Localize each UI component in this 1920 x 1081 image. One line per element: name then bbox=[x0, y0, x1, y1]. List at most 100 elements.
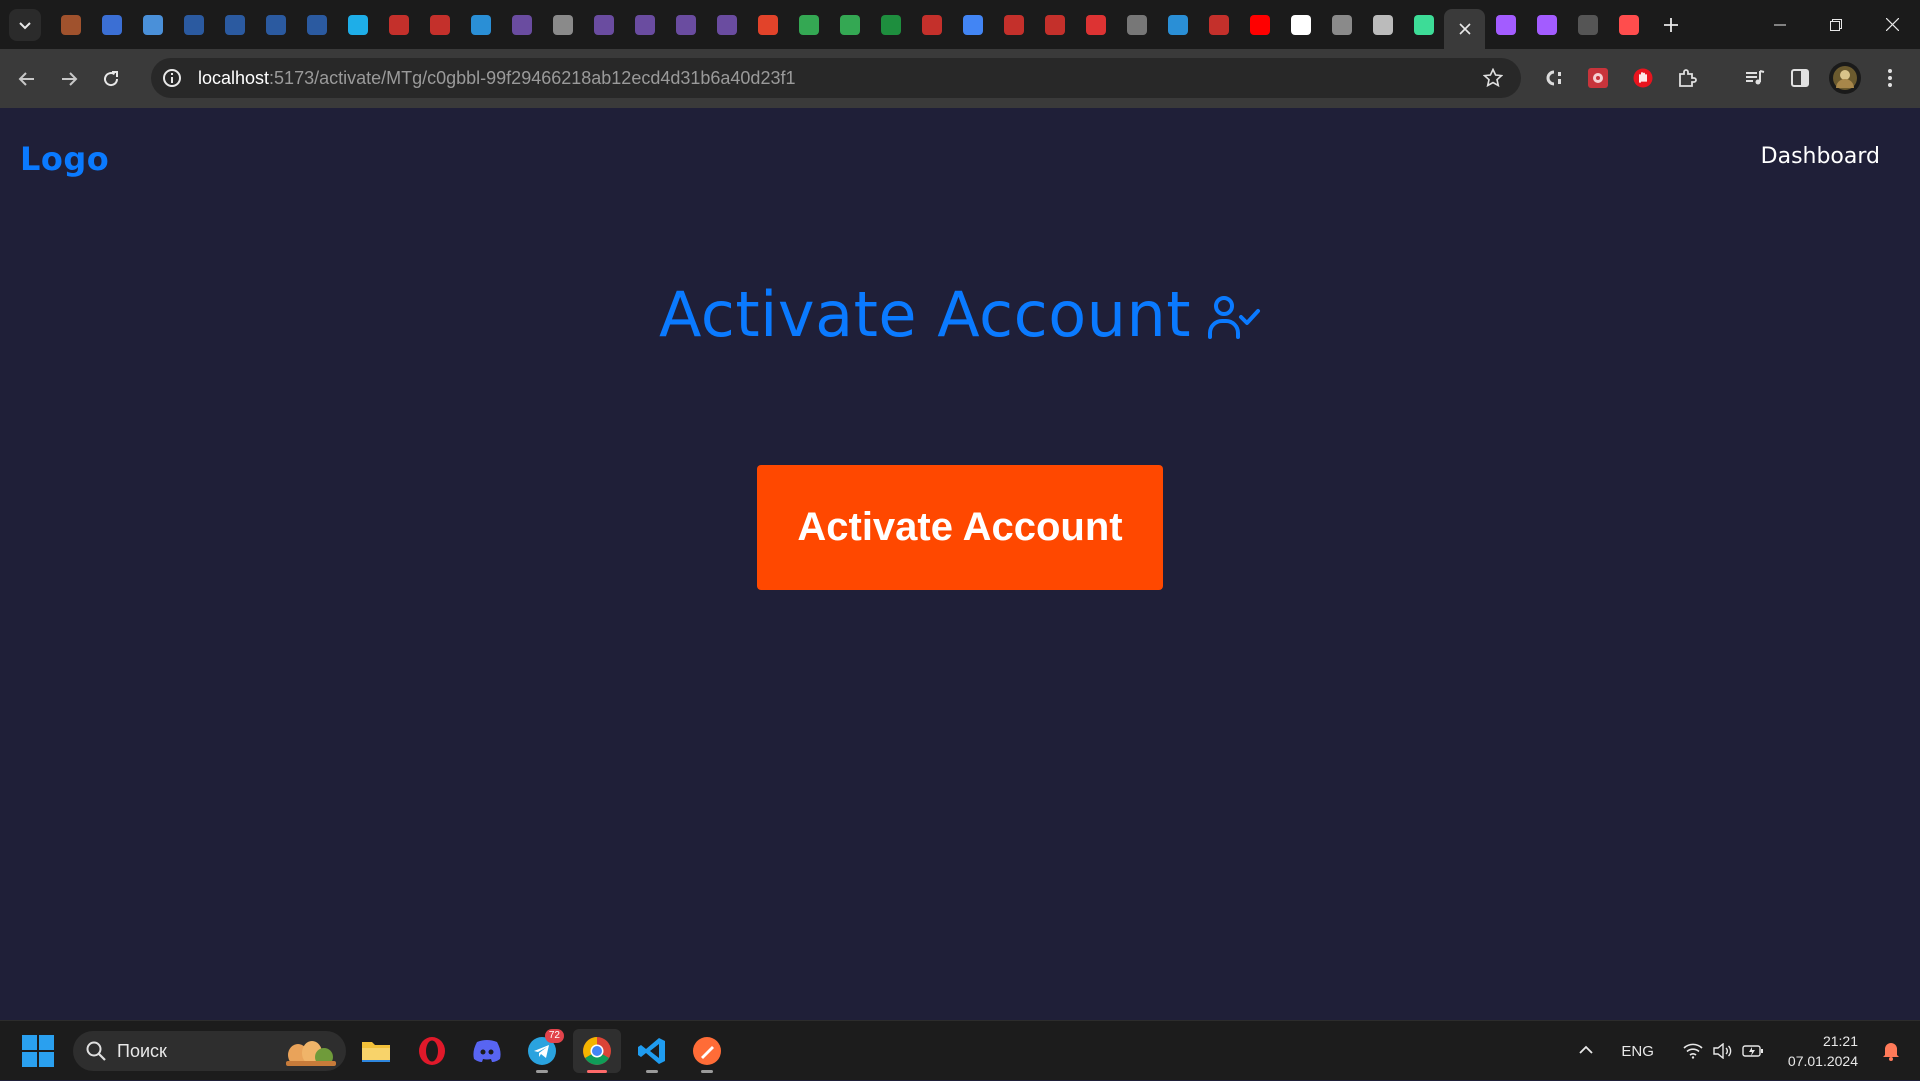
restore-button[interactable] bbox=[1808, 0, 1864, 49]
browser-tab[interactable] bbox=[337, 0, 378, 49]
show-hidden-icons-button[interactable] bbox=[1571, 1042, 1601, 1060]
tab-search-button[interactable] bbox=[9, 8, 41, 41]
swift-icon bbox=[1167, 14, 1188, 35]
language-indicator[interactable]: ENG bbox=[1621, 1043, 1654, 1060]
youtube-icon bbox=[429, 14, 450, 35]
address-bar[interactable]: localhost:5173/activate/MTg/c0gbbl-99f29… bbox=[151, 58, 1521, 98]
browser-tab[interactable] bbox=[1485, 0, 1526, 49]
browser-tab[interactable] bbox=[1321, 0, 1362, 49]
drive-icon bbox=[798, 14, 819, 35]
wifi-button[interactable] bbox=[1678, 1043, 1708, 1059]
browser-tab-strip bbox=[0, 0, 1920, 49]
notifications-button[interactable] bbox=[1876, 1041, 1906, 1061]
browser-tab[interactable] bbox=[1403, 0, 1444, 49]
browser-tab[interactable] bbox=[1198, 0, 1239, 49]
browser-tab[interactable] bbox=[542, 0, 583, 49]
chat-icon bbox=[142, 14, 163, 35]
browser-tab[interactable] bbox=[173, 0, 214, 49]
globe-icon bbox=[1331, 14, 1352, 35]
user-app-icon bbox=[60, 14, 81, 35]
url-host: localhost bbox=[198, 67, 270, 88]
browser-tab[interactable] bbox=[460, 0, 501, 49]
browser-tab[interactable] bbox=[952, 0, 993, 49]
css-extension-button[interactable] bbox=[1530, 58, 1575, 98]
browser-tab[interactable] bbox=[1239, 0, 1280, 49]
browser-tab[interactable] bbox=[296, 0, 337, 49]
browser-tab[interactable] bbox=[870, 0, 911, 49]
browser-tab[interactable] bbox=[788, 0, 829, 49]
nav-link-dashboard[interactable]: Dashboard bbox=[1761, 144, 1880, 169]
windows-start-icon[interactable] bbox=[22, 1035, 54, 1067]
browser-tab[interactable] bbox=[911, 0, 952, 49]
browser-tab[interactable] bbox=[1280, 0, 1321, 49]
browser-tab[interactable] bbox=[378, 0, 419, 49]
browser-tab[interactable] bbox=[1608, 0, 1649, 49]
side-panel-button[interactable] bbox=[1777, 58, 1822, 98]
browser-tab[interactable] bbox=[91, 0, 132, 49]
telegram-badge: 72 bbox=[544, 1029, 564, 1043]
browser-tab[interactable] bbox=[1116, 0, 1157, 49]
system-clock[interactable]: 21:21 07.01.2024 bbox=[1788, 1031, 1858, 1071]
browser-tab-active[interactable] bbox=[1444, 9, 1485, 49]
url-text: localhost:5173/activate/MTg/c0gbbl-99f29… bbox=[198, 68, 795, 89]
postman-icon bbox=[693, 1037, 721, 1065]
close-window-button[interactable] bbox=[1864, 0, 1920, 49]
browser-tab[interactable] bbox=[1157, 0, 1198, 49]
extensions-menu-button[interactable] bbox=[1665, 58, 1710, 98]
taskbar-vscode[interactable] bbox=[628, 1029, 676, 1073]
browser-tab[interactable] bbox=[255, 0, 296, 49]
taskbar-search[interactable]: Поиск bbox=[73, 1031, 346, 1071]
browser-tab[interactable] bbox=[132, 0, 173, 49]
browser-menu-button[interactable] bbox=[1867, 58, 1912, 98]
browser-tab[interactable] bbox=[501, 0, 542, 49]
taskbar-chrome[interactable] bbox=[573, 1029, 621, 1073]
adblock-extension-button[interactable] bbox=[1620, 58, 1665, 98]
browser-tab[interactable] bbox=[419, 0, 460, 49]
site-logo[interactable]: Logo bbox=[20, 140, 109, 178]
volume-button[interactable] bbox=[1708, 1043, 1738, 1059]
browser-tab[interactable] bbox=[1034, 0, 1075, 49]
taskbar-opera[interactable] bbox=[408, 1029, 456, 1073]
browser-tab[interactable] bbox=[706, 0, 747, 49]
new-tab-button[interactable] bbox=[1653, 7, 1689, 43]
browser-tab[interactable] bbox=[829, 0, 870, 49]
browser-tab[interactable] bbox=[993, 0, 1034, 49]
taskbar-file-explorer[interactable] bbox=[352, 1029, 400, 1073]
vite-icon bbox=[1495, 14, 1516, 35]
knot-icon bbox=[634, 14, 655, 35]
activate-account-button[interactable]: Activate Account bbox=[757, 465, 1163, 590]
puzzle-extension-button[interactable] bbox=[1575, 58, 1620, 98]
knot-icon bbox=[675, 14, 696, 35]
browser-tab[interactable] bbox=[1362, 0, 1403, 49]
swift-icon bbox=[470, 14, 491, 35]
window-controls bbox=[1752, 0, 1920, 49]
browser-tab[interactable] bbox=[665, 0, 706, 49]
minimize-button[interactable] bbox=[1752, 0, 1808, 49]
taskbar-telegram[interactable]: 72 bbox=[518, 1029, 566, 1073]
browser-tab[interactable] bbox=[1526, 0, 1567, 49]
profile-button[interactable] bbox=[1822, 58, 1867, 98]
close-tab-icon[interactable] bbox=[1458, 23, 1471, 35]
battery-button[interactable] bbox=[1738, 1044, 1768, 1058]
browser-tab[interactable] bbox=[214, 0, 255, 49]
browser-toolbar: localhost:5173/activate/MTg/c0gbbl-99f29… bbox=[0, 49, 1920, 108]
reload-button[interactable] bbox=[91, 59, 131, 99]
media-controls-button[interactable] bbox=[1732, 58, 1777, 98]
extensions-area bbox=[1530, 58, 1912, 98]
bookmark-button[interactable] bbox=[1479, 64, 1507, 92]
site-info-button[interactable] bbox=[156, 62, 188, 94]
page-title: Activate Account bbox=[658, 278, 1192, 351]
browser-tab[interactable] bbox=[1075, 0, 1116, 49]
page-content: Logo Dashboard Activate Account Activate… bbox=[0, 108, 1920, 1020]
browser-tab[interactable] bbox=[747, 0, 788, 49]
browser-tab[interactable] bbox=[1567, 0, 1608, 49]
taskbar-discord[interactable] bbox=[463, 1029, 511, 1073]
back-button[interactable] bbox=[7, 59, 47, 99]
browser-tab[interactable] bbox=[624, 0, 665, 49]
forward-button[interactable] bbox=[49, 59, 89, 99]
browser-tab[interactable] bbox=[583, 0, 624, 49]
heart-app-icon bbox=[347, 14, 368, 35]
youtube-icon bbox=[1044, 14, 1065, 35]
taskbar-postman[interactable] bbox=[683, 1029, 731, 1073]
browser-tab[interactable] bbox=[50, 0, 91, 49]
